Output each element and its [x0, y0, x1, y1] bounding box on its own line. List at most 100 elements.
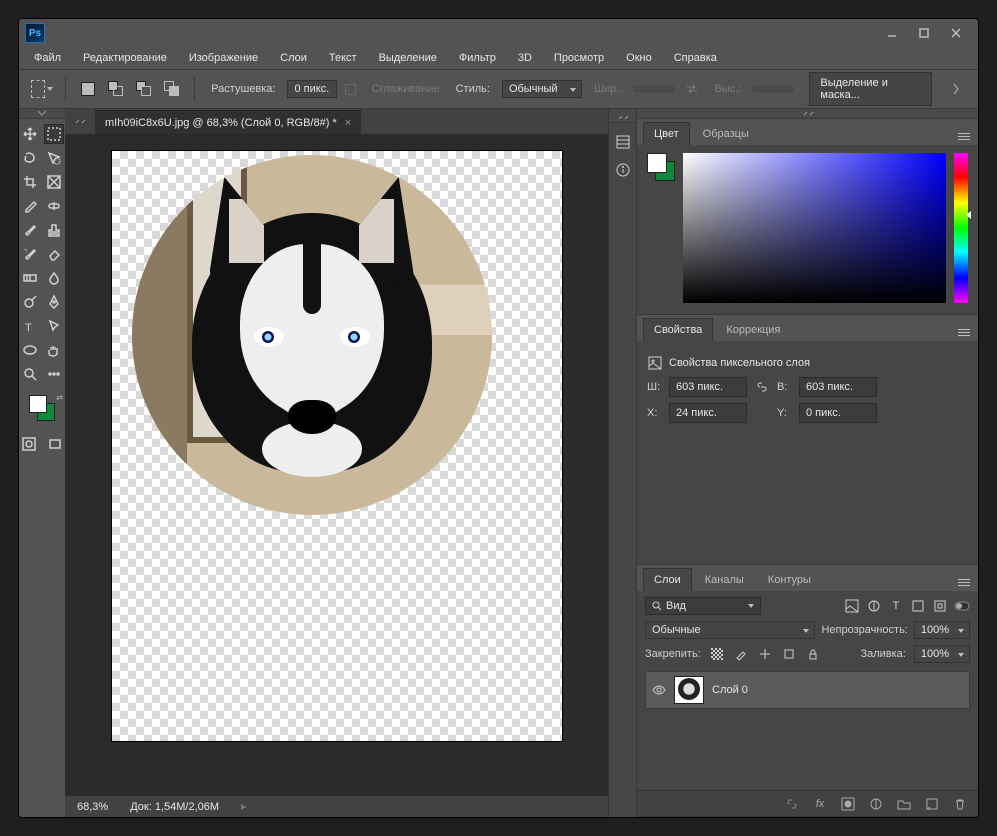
hand-tool-icon[interactable] [45, 341, 63, 359]
zoom-tool-icon[interactable] [21, 365, 39, 383]
close-tab-icon[interactable]: × [345, 117, 351, 129]
y-input[interactable]: 0 пикс. [799, 403, 877, 423]
gradient-tool-icon[interactable] [21, 269, 39, 287]
foreground-color[interactable] [29, 395, 47, 413]
menu-help[interactable]: Справка [665, 49, 726, 67]
edit-toolbar-icon[interactable] [45, 365, 63, 383]
screenmode-icon[interactable] [46, 435, 64, 453]
info-panel-icon[interactable] [614, 161, 632, 179]
panels-collapse-icon[interactable] [637, 109, 978, 119]
filter-adjust-icon[interactable] [866, 598, 882, 614]
menu-image[interactable]: Изображение [180, 49, 267, 67]
opacity-input[interactable]: 100% [914, 621, 970, 639]
layer-row[interactable]: Слой 0 [645, 671, 970, 709]
feather-input[interactable]: 0 пикс. [287, 80, 337, 98]
quick-select-tool-icon[interactable] [45, 149, 63, 167]
history-panel-icon[interactable] [614, 133, 632, 151]
layer-filter-dropdown[interactable]: Вид [645, 597, 761, 615]
group-icon[interactable] [896, 796, 912, 812]
filter-toggle-icon[interactable] [954, 598, 970, 614]
document-tab[interactable]: mIh09iC8x6U.jpg @ 68,3% (Слой 0, RGB/8#)… [95, 110, 361, 134]
tab-swatches[interactable]: Образцы [692, 122, 760, 145]
layers-panel-menu-icon[interactable] [954, 573, 972, 591]
menu-file[interactable]: Файл [25, 49, 70, 67]
dodge-tool-icon[interactable] [21, 293, 39, 311]
visibility-icon[interactable] [652, 683, 666, 697]
crop-tool-icon[interactable] [21, 173, 39, 191]
move-tool-icon[interactable] [21, 125, 39, 143]
heal-tool-icon[interactable] [45, 197, 63, 215]
props-panel-menu-icon[interactable] [954, 323, 972, 341]
delete-layer-icon[interactable] [952, 796, 968, 812]
stamp-tool-icon[interactable] [45, 221, 63, 239]
brush-tool-icon[interactable] [21, 221, 39, 239]
pen-tool-icon[interactable] [45, 293, 63, 311]
toolbox-collapse-icon[interactable] [19, 109, 65, 119]
lock-brush-icon[interactable] [733, 646, 749, 662]
close-button[interactable] [940, 22, 972, 44]
lock-position-icon[interactable] [757, 646, 773, 662]
tab-color[interactable]: Цвет [643, 122, 690, 145]
shape-tool-icon[interactable] [21, 341, 39, 359]
color-panel-menu-icon[interactable] [954, 127, 972, 145]
menu-view[interactable]: Просмотр [545, 49, 613, 67]
selection-subtract-icon[interactable] [134, 78, 154, 100]
swap-colors-icon[interactable]: ⇄ [56, 393, 63, 402]
menu-window[interactable]: Окно [617, 49, 661, 67]
lasso-tool-icon[interactable] [21, 149, 39, 167]
select-and-mask-button[interactable]: Выделение и маска... [809, 72, 932, 106]
tab-properties[interactable]: Свойства [643, 318, 713, 341]
filter-image-icon[interactable] [844, 598, 860, 614]
minimize-button[interactable] [876, 22, 908, 44]
filter-shape-icon[interactable] [910, 598, 926, 614]
type-tool-icon[interactable]: T [21, 317, 39, 335]
lock-all-icon[interactable] [805, 646, 821, 662]
eraser-tool-icon[interactable] [45, 245, 63, 263]
history-brush-tool-icon[interactable] [21, 245, 39, 263]
link-layers-icon[interactable] [784, 796, 800, 812]
fill-input[interactable]: 100% [914, 645, 970, 663]
marquee-tool-icon[interactable] [45, 125, 63, 143]
layer-name[interactable]: Слой 0 [712, 684, 748, 696]
hue-slider[interactable] [954, 153, 968, 303]
lock-pixels-icon[interactable] [709, 646, 725, 662]
strip-collapse-icon[interactable] [609, 113, 636, 123]
tab-paths[interactable]: Контуры [757, 568, 822, 591]
options-overflow-icon[interactable] [946, 78, 966, 100]
selection-intersect-icon[interactable] [162, 78, 182, 100]
filter-smart-icon[interactable] [932, 598, 948, 614]
menu-select[interactable]: Выделение [370, 49, 446, 67]
tab-adjustments[interactable]: Коррекция [715, 318, 791, 341]
menu-layers[interactable]: Слои [271, 49, 316, 67]
path-select-tool-icon[interactable] [45, 317, 63, 335]
tab-channels[interactable]: Каналы [694, 568, 755, 591]
canvas-viewport[interactable] [65, 135, 608, 795]
lock-artboard-icon[interactable] [781, 646, 797, 662]
quickmask-icon[interactable] [20, 435, 38, 453]
layer-thumbnail[interactable] [674, 676, 704, 704]
frame-tool-icon[interactable] [45, 173, 63, 191]
status-caret-icon[interactable]: ▸ [241, 800, 247, 813]
canvas[interactable] [112, 151, 562, 741]
blend-mode-dropdown[interactable]: Обычные [645, 621, 815, 639]
style-dropdown[interactable]: Обычный [502, 80, 582, 98]
active-tool-icon[interactable] [31, 78, 53, 100]
link-wh-icon[interactable] [753, 378, 771, 396]
panel-swatches[interactable] [647, 153, 675, 181]
blur-tool-icon[interactable] [45, 269, 63, 287]
color-swatches[interactable]: ⇄ [29, 395, 55, 421]
menu-3d[interactable]: 3D [509, 49, 541, 67]
filter-type-icon[interactable]: T [888, 598, 904, 614]
fx-icon[interactable]: fx [812, 796, 828, 812]
zoom-level[interactable]: 68,3% [77, 801, 108, 813]
selection-add-icon[interactable] [106, 78, 126, 100]
color-spectrum[interactable] [683, 153, 946, 303]
tab-layers[interactable]: Слои [643, 568, 692, 591]
adjustment-icon[interactable] [868, 796, 884, 812]
maximize-button[interactable] [908, 22, 940, 44]
x-input[interactable]: 24 пикс. [669, 403, 747, 423]
doc-collapse-icon[interactable] [65, 109, 95, 134]
h-input[interactable]: 603 пикс. [799, 377, 877, 397]
mask-icon[interactable] [840, 796, 856, 812]
selection-new-icon[interactable] [78, 78, 98, 100]
